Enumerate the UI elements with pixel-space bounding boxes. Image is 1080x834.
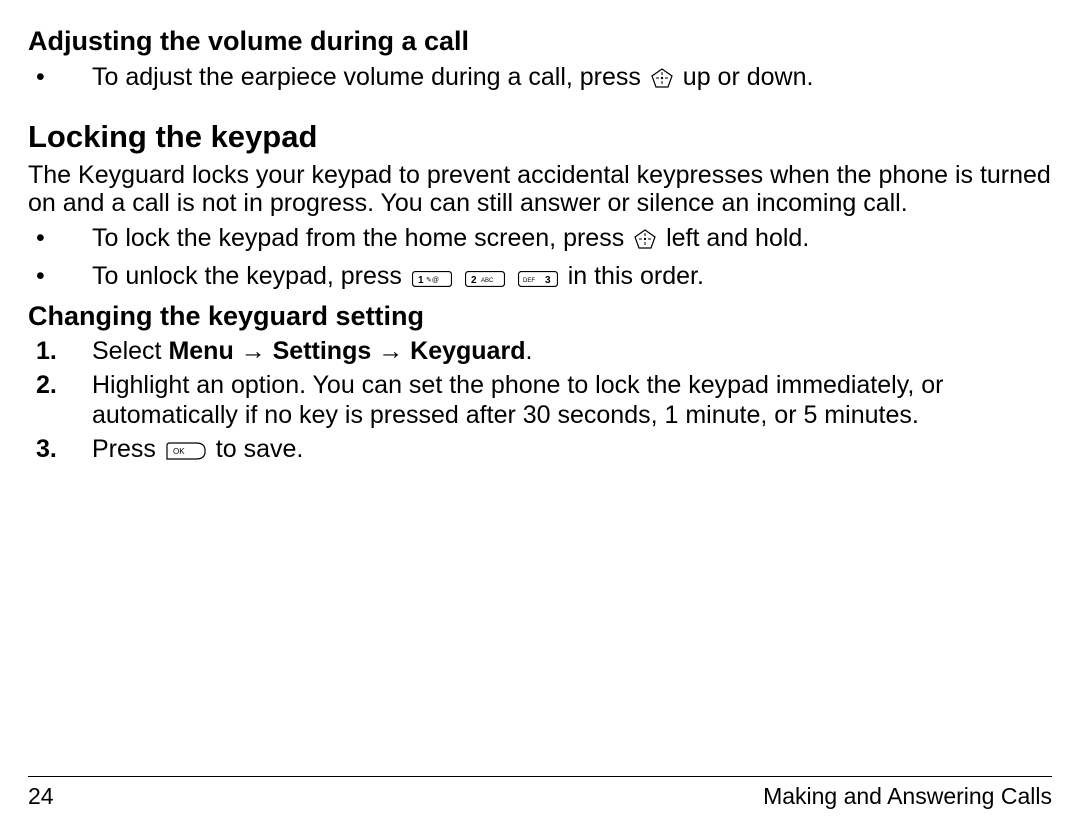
- text: .: [525, 337, 532, 365]
- menu-path-keyguard: Keyguard: [410, 337, 525, 365]
- svg-text:3: 3: [545, 275, 551, 286]
- step-3: 3. Press OK to save.: [28, 434, 1052, 467]
- keyguard-intro: The Keyguard locks your keypad to preven…: [28, 161, 1052, 219]
- step-marker: 1.: [36, 336, 57, 366]
- text: left and hold.: [659, 224, 809, 252]
- volume-list: To adjust the earpiece volume during a c…: [28, 61, 1052, 97]
- page-footer: 24 Making and Answering Calls: [28, 776, 1052, 810]
- text: in this order.: [561, 262, 704, 290]
- svg-text:✎@: ✎@: [426, 277, 439, 284]
- text: Press: [92, 435, 163, 463]
- text: Highlight an option. You can set the pho…: [92, 371, 943, 429]
- svg-text:DEF: DEF: [523, 278, 535, 284]
- heading-locking-keypad: Locking the keypad: [28, 119, 1052, 155]
- menu-path-menu: Menu: [168, 337, 233, 365]
- chapter-title: Making and Answering Calls: [763, 783, 1052, 810]
- manual-page: Adjusting the volume during a call To ad…: [0, 0, 1080, 834]
- arrow-icon: →: [234, 337, 273, 365]
- text: To unlock the keypad, press: [92, 262, 409, 290]
- text: to save.: [209, 435, 304, 463]
- text: To adjust the earpiece volume during a c…: [92, 63, 648, 91]
- key-3-icon: DEF 3: [518, 263, 558, 296]
- page-number: 24: [28, 783, 54, 810]
- key-1-icon: 1✎@: [412, 263, 452, 296]
- heading-change-keyguard: Changing the keyguard setting: [28, 301, 1052, 332]
- lock-list: To lock the keypad from the home screen,…: [28, 222, 1052, 295]
- text: up or down.: [676, 63, 814, 91]
- svg-text:ABC: ABC: [481, 278, 494, 284]
- arrow-icon: →: [371, 337, 410, 365]
- svg-text:OK: OK: [173, 447, 185, 456]
- menu-path-settings: Settings: [273, 337, 372, 365]
- svg-text:1: 1: [418, 275, 424, 286]
- volume-bullet: To adjust the earpiece volume during a c…: [28, 61, 1052, 97]
- step-marker: 3.: [36, 434, 57, 464]
- lock-bullet-2: To unlock the keypad, press 1✎@ 2 ABC DEF…: [28, 260, 1052, 296]
- text: To lock the keypad from the home screen,…: [92, 224, 631, 252]
- heading-adjust-volume: Adjusting the volume during a call: [28, 26, 1052, 57]
- ok-key-icon: OK: [166, 437, 206, 467]
- step-2: 2. Highlight an option. You can set the …: [28, 370, 1052, 430]
- nav-pad-icon: [634, 225, 656, 258]
- lock-bullet-1: To lock the keypad from the home screen,…: [28, 222, 1052, 258]
- steps-list: 1. Select Menu → Settings → Keyguard. 2.…: [28, 336, 1052, 467]
- step-marker: 2.: [36, 370, 57, 400]
- step-1: 1. Select Menu → Settings → Keyguard.: [28, 336, 1052, 366]
- key-2-icon: 2 ABC: [465, 263, 505, 296]
- nav-pad-icon: [651, 64, 673, 97]
- text: Select: [92, 337, 168, 365]
- svg-text:2: 2: [471, 275, 477, 286]
